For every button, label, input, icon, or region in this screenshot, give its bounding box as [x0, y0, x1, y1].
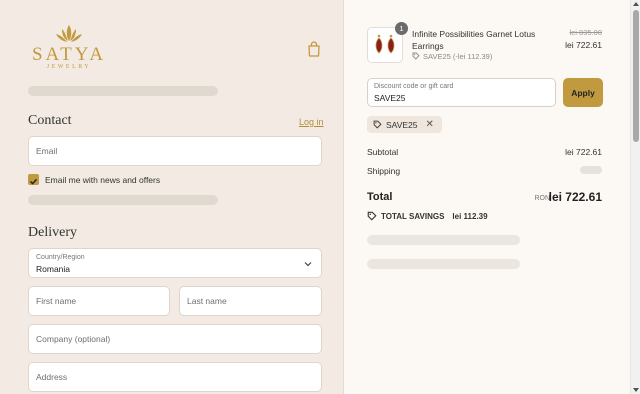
brand-name: SATYA: [31, 44, 107, 65]
loading-placeholder: [28, 86, 218, 96]
company-placeholder: Company (optional): [36, 334, 111, 344]
last-name-placeholder: Last name: [187, 296, 227, 306]
company-field[interactable]: Company (optional): [28, 324, 322, 354]
scrollbar[interactable]: [630, 0, 640, 394]
tag-icon: [412, 52, 420, 60]
loading-placeholder: [367, 235, 520, 245]
subtotal-label: Subtotal: [367, 147, 399, 157]
shipping-label: Shipping: [367, 166, 401, 176]
item-price: lei 722.61: [565, 40, 602, 50]
discount-code-input[interactable]: Discount code or gift card SAVE25: [367, 78, 556, 107]
shopping-bag-icon[interactable]: [306, 40, 322, 58]
item-discount: SAVE25 (-lei 112.39): [412, 52, 492, 61]
first-name-placeholder: First name: [36, 296, 77, 306]
savings-value: lei 112.39: [452, 211, 488, 221]
applied-code: SAVE25: [386, 119, 418, 130]
loading-placeholder: [28, 195, 218, 205]
discount-field-value: SAVE25: [374, 93, 406, 103]
scroll-down-icon[interactable]: [633, 388, 639, 392]
discount-field-label: Discount code or gift card: [374, 83, 454, 90]
delivery-heading: Delivery: [28, 225, 77, 240]
savings-label: TOTAL SAVINGS: [381, 211, 445, 221]
contact-heading: Contact: [28, 113, 72, 128]
country-value: Romania: [36, 264, 71, 274]
login-link[interactable]: Log in: [299, 117, 324, 127]
newsletter-label: Email me with news and offers: [45, 175, 161, 185]
total-value: lei 722.61: [548, 190, 602, 204]
apply-button[interactable]: Apply: [563, 78, 603, 107]
order-summary-panel: 1 Infinite Possibilities Garnet Lotus Ea…: [345, 0, 630, 394]
brand-tagline: JEWELRY: [46, 64, 92, 70]
subtotal-value: lei 722.61: [565, 147, 602, 157]
remove-discount-icon[interactable]: ✕: [426, 119, 434, 130]
loading-placeholder: [367, 259, 520, 269]
lotus-logo-icon: [56, 25, 82, 42]
newsletter-checkbox[interactable]: [28, 174, 39, 185]
checkout-form-panel: SATYA JEWELRY Contact Log in Email Email…: [0, 0, 344, 394]
scroll-up-icon[interactable]: [633, 2, 639, 6]
address-field[interactable]: Address: [28, 362, 322, 392]
tag-icon: [373, 120, 382, 129]
tag-icon: [367, 211, 377, 221]
chevron-down-icon: [304, 262, 312, 267]
country-label: Country/Region: [36, 254, 85, 261]
email-placeholder: Email: [36, 146, 58, 156]
email-field[interactable]: Email: [28, 136, 322, 166]
quantity-badge: 1: [395, 22, 408, 35]
original-price: lei 835.00: [569, 28, 602, 37]
applied-discount-chip: SAVE25 ✕: [367, 116, 442, 133]
address-placeholder: Address: [36, 372, 68, 382]
last-name-field[interactable]: Last name: [179, 286, 322, 316]
satya-logo[interactable]: SATYA JEWELRY: [28, 24, 110, 74]
item-discount-text: SAVE25 (-lei 112.39): [423, 52, 493, 61]
product-name: Infinite Possibilities Garnet Lotus Earr…: [412, 29, 536, 51]
total-savings: TOTAL SAVINGS lei 112.39: [367, 211, 488, 221]
country-select[interactable]: Country/Region Romania: [28, 248, 322, 278]
first-name-field[interactable]: First name: [28, 286, 170, 316]
total-label: Total: [367, 191, 393, 203]
checkmark-icon: [30, 178, 38, 185]
shipping-loading-placeholder: [580, 166, 602, 174]
scrollbar-thumb[interactable]: [633, 10, 639, 142]
